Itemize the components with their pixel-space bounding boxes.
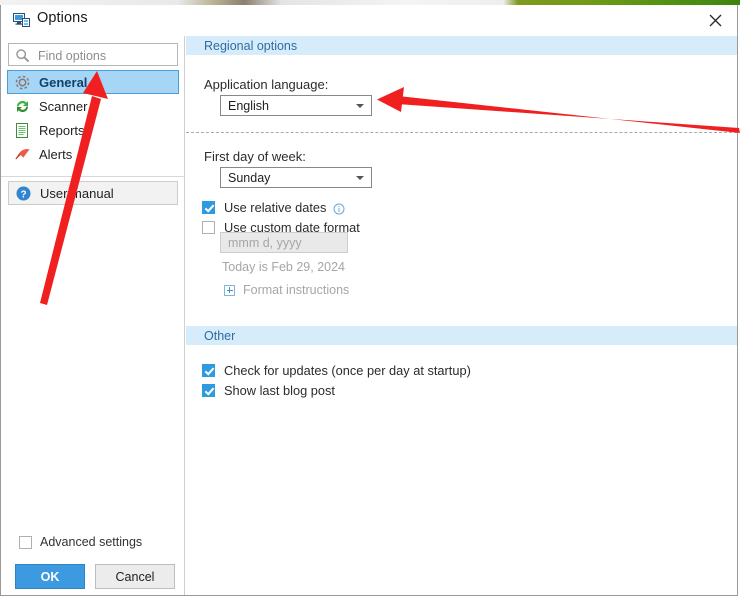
section-title: Regional options [204,38,298,53]
sidebar-item-alerts[interactable]: Alerts [7,142,179,166]
sidebar-item-label: Scanner [39,98,88,114]
application-language-value: English [228,98,269,113]
window-title: Options [37,10,88,26]
options-window-icon [13,12,30,28]
sidebar-item-label: Alerts [39,146,73,162]
show-last-blog-post-checkbox[interactable] [202,384,215,397]
flag-icon [14,146,31,163]
advanced-settings-checkbox[interactable] [19,535,32,549]
help-circle-icon: ? [15,185,32,202]
sidebar-item-label: User manual [40,185,114,201]
today-is-text: Today is Feb 29, 2024 [222,260,345,274]
first-day-of-week-label: First day of week: [204,149,306,164]
show-last-blog-post-row[interactable]: Show last blog post [202,383,335,398]
advanced-settings-row[interactable]: Advanced settings [19,535,142,549]
svg-text:?: ? [20,189,26,200]
show-last-blog-post-label: Show last blog post [224,383,335,398]
close-icon [709,14,721,27]
custom-date-format-placeholder: mmm d, yyyy [228,235,302,250]
search-input[interactable] [36,44,173,67]
content-panel: Regional options Application language: E… [186,36,737,595]
section-header-other: Other [186,326,737,345]
first-day-of-week-select[interactable]: Sunday [220,167,372,188]
custom-date-format-input[interactable]: mmm d, yyyy [220,232,348,253]
document-icon [14,122,31,139]
title-bar: Options [1,5,737,36]
search-icon [15,48,30,63]
plus-box-icon[interactable] [224,284,235,296]
options-dialog: Options Find options General Scanner Rep… [0,5,738,596]
sidebar-divider [1,176,185,177]
use-relative-dates-row[interactable]: Use relative dates [202,200,345,215]
sidebar-item-general[interactable]: General [7,70,179,94]
sidebar-item-user-manual[interactable]: ? User manual [8,181,178,205]
sidebar-nav-list: General Scanner Reports Alerts [1,70,185,166]
use-relative-dates-label: Use relative dates [224,200,327,215]
sidebar-item-reports[interactable]: Reports [7,118,179,142]
close-button[interactable] [693,5,737,36]
sidebar: General Scanner [1,36,185,595]
gear-icon [14,74,31,91]
first-day-of-week-value: Sunday [228,170,271,185]
application-language-select[interactable]: English [220,95,372,116]
ok-button[interactable]: OK [15,564,85,589]
sidebar-item-label: Reports [39,122,85,138]
check-for-updates-label: Check for updates (once per day at start… [224,363,471,378]
section-title: Other [204,328,236,343]
chevron-down-icon [356,176,364,180]
check-for-updates-checkbox[interactable] [202,364,215,377]
sidebar-item-label: General [39,74,88,90]
search-box[interactable] [8,43,178,67]
section-header-regional-options: Regional options [186,36,737,55]
format-instructions-expander[interactable]: Format instructions [224,283,349,297]
format-instructions-label: Format instructions [243,283,350,297]
check-for-updates-row[interactable]: Check for updates (once per day at start… [202,363,471,378]
info-icon[interactable] [333,202,345,214]
section-divider [186,132,737,133]
application-language-label: Application language: [204,77,329,92]
use-custom-date-format-checkbox[interactable] [202,221,215,234]
refresh-icon [14,98,31,115]
cancel-button[interactable]: Cancel [95,564,175,589]
sidebar-item-scanner[interactable]: Scanner [7,94,179,118]
advanced-settings-label: Advanced settings [40,535,143,549]
chevron-down-icon [356,104,364,108]
use-relative-dates-checkbox[interactable] [202,201,215,214]
